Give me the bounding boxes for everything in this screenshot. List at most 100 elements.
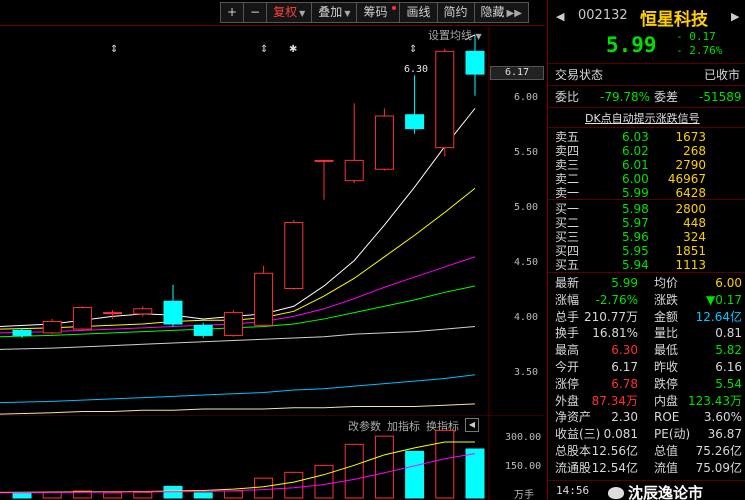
double-chevron-right-icon: ▶▶ [506,8,522,19]
candle-body[interactable] [42,320,62,334]
candle-body[interactable] [223,312,243,336]
event-marker-icon[interactable]: ✱ [289,44,297,55]
stat-value: ▼0.17 [706,292,742,307]
stats-row: 流通股 12.54亿 流值 75.09亿 [548,460,745,476]
bid-volume: 1113 [675,258,706,272]
hide-button[interactable]: 隐藏 ▶▶ [473,2,529,23]
volume-bar[interactable] [314,464,334,499]
volume-plot[interactable] [0,415,545,500]
trade-status-label: 交易状态 [555,68,604,82]
event-marker-icon[interactable]: ⇕ [260,44,268,55]
stat-label: 金额 [654,309,679,324]
ask-price: 5.99 [622,186,649,200]
ma-setting-button[interactable]: 设置均线 ▼ [428,27,482,43]
candle-body[interactable] [374,115,394,170]
stat-value: 36.87 [707,427,742,442]
stat-value: 12.56亿 [591,444,638,458]
candle-body[interactable] [254,272,274,326]
price-tick-label: 6.00 [514,92,539,103]
volume-bar[interactable] [133,491,153,499]
stat-value: 210.77万 [584,309,638,324]
chevron-down-icon: ▼ [299,9,306,18]
stat-value: 75.09亿 [695,460,742,475]
chart-toolbar: + − 复权 ▼ 叠加 ▼ 筹码 画线 简约 隐藏 ▶▶ [220,2,529,24]
ask-volume: 6428 [675,186,706,200]
price-tick-label: 3.50 [514,367,539,378]
volume-bar[interactable] [344,443,364,499]
volume-bar[interactable] [193,492,213,499]
volume-ma-line [0,441,475,493]
stat-value: 5.54 [715,376,742,391]
candle-body[interactable] [465,50,485,75]
clock-time: 14:56 [556,484,590,497]
candle-body[interactable] [72,307,92,330]
bid-row: 买五 5.94 1113 [548,257,745,273]
candle-body[interactable] [344,159,364,182]
volume-bar[interactable] [103,492,123,499]
stat-label: 总手 [555,309,580,324]
stat-label: 量比 [654,326,679,341]
candle-body[interactable] [12,329,32,336]
candle-body[interactable] [314,159,334,162]
stat-label: 总股本 [555,444,592,458]
stat-value: 6.17 [611,360,638,374]
stat-value: -2.76% [595,292,638,307]
stat-label: 均价 [654,276,679,290]
volume-ma-line [0,453,476,494]
divider [548,107,745,108]
candle-body[interactable] [435,50,455,149]
chip-button[interactable]: 筹码 [356,2,400,23]
stat-value: 0.81 [715,326,742,341]
kline-chart-area[interactable]: + − 复权 ▼ 叠加 ▼ 筹码 画线 简约 隐藏 ▶▶ 设置均线 ▼ ⇕ ⇕ ✱ ⇕… [0,0,545,500]
adjust-price-button[interactable]: 复权 ▼ [266,2,312,23]
status-footer: 14:56 沈辰逸论市 [548,480,745,500]
volume-bar[interactable] [465,448,485,499]
volume-bar[interactable] [374,435,394,499]
volume-unit-label: 万手 [514,490,534,500]
stats-row: 收益(三) 0.081 PE(动) 36.87 [548,426,745,442]
candle-body[interactable] [133,308,153,315]
stat-label: 最低 [654,343,679,358]
candle-body[interactable] [284,222,304,289]
volume-bar[interactable] [223,490,243,499]
stat-label: 收益(三) [555,427,601,442]
candle-body[interactable] [163,300,183,325]
stats-row: 换手 16.81% 量比 0.81 [548,325,745,341]
volume-bar[interactable] [435,429,455,499]
candle-body[interactable] [193,324,213,336]
prev-stock-icon[interactable]: ◀ [556,10,564,23]
overlay-button[interactable]: 叠加 ▼ [311,2,357,23]
stat-label: 涨幅 [555,292,580,307]
volume-bar[interactable] [12,492,32,499]
signal-link[interactable]: DK点自动提示涨跌信号 [585,110,700,126]
stats-row: 净资产 2.30 ROE 3.60% [548,409,745,425]
volume-bar[interactable] [405,450,425,499]
zoom-out-button[interactable]: − [243,2,267,23]
candlestick-plot[interactable] [0,25,545,415]
stats-row: 总手 210.77万 金额 12.64亿 [548,309,745,325]
stat-value: 0.081 [603,427,638,442]
candle-body[interactable] [405,114,425,130]
change-percent: - 2.76% [676,44,723,57]
event-marker-icon[interactable]: ⇕ [409,44,417,55]
moving-average-line [0,403,476,415]
price-tick-label: 5.50 [514,147,539,158]
candle-body[interactable] [103,312,123,315]
next-stock-icon[interactable]: ▶ [731,10,739,23]
stat-value: 12.54亿 [591,460,638,475]
draw-line-button[interactable]: 画线 [399,2,437,23]
stat-label: 涨停 [555,376,580,391]
event-marker-icon[interactable]: ⇕ [110,44,118,55]
stats-row: 最高 6.30 最低 5.82 [548,342,745,358]
simple-mode-button[interactable]: 简约 [436,2,474,23]
change-amount: - 0.17 [676,30,716,43]
moving-average-line [0,108,476,328]
stat-label: ROE [654,410,680,425]
bid-level-label: 买五 [555,258,580,272]
chevron-down-icon: ▼ [475,32,482,41]
volume-bar[interactable] [284,471,304,499]
volume-bar[interactable] [254,477,274,499]
quote-header: ◀ 002132 恒星科技 ▶ 5.99 - 0.17 - 2.76% [548,0,745,64]
zoom-in-button[interactable]: + [220,2,244,23]
trade-status-row: 交易状态 已收市 [548,67,745,83]
